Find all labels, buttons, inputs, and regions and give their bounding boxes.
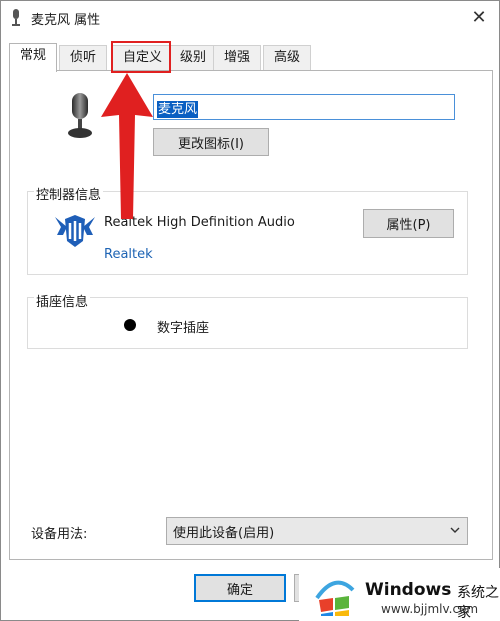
- jack-info-group: [27, 297, 468, 349]
- vendor-link[interactable]: Realtek: [104, 247, 153, 262]
- properties-button[interactable]: 属性(P): [363, 209, 454, 238]
- tab-listen[interactable]: 侦听: [59, 45, 108, 71]
- jack-info-label: 插座信息: [34, 291, 91, 310]
- device-name-text: 麦克风: [157, 101, 199, 118]
- tab-bar: 常规 侦听 自定义 级别 增强 高级: [9, 43, 493, 72]
- chevron-down-icon: [450, 527, 460, 533]
- device-usage-value: 使用此设备(启用): [173, 525, 275, 541]
- tab-custom[interactable]: 自定义: [112, 45, 174, 71]
- device-usage-label: 设备用法:: [31, 527, 88, 542]
- properties-dialog: 麦克风 属性 ✕ 常规 侦听 自定义 级别 增强 高级 麦克风 更改图标(I) …: [0, 0, 500, 621]
- watermark-url: www.bjjmlv.com: [381, 602, 479, 616]
- device-usage-select[interactable]: 使用此设备(启用): [166, 517, 468, 545]
- site-watermark: Windows 系统之家 www.bjjmlv.com: [299, 568, 500, 621]
- ok-button[interactable]: 确定: [194, 574, 286, 602]
- window-title: 麦克风 属性: [31, 13, 101, 28]
- realtek-logo-icon: [55, 215, 95, 247]
- red-arrow-icon: [101, 73, 153, 219]
- close-icon: ✕: [471, 6, 487, 28]
- title-bar[interactable]: 麦克风 属性 ✕: [1, 1, 499, 35]
- controller-info-label: 控制器信息: [34, 184, 104, 203]
- windows-logo-icon: [315, 580, 355, 616]
- tab-enhancements[interactable]: 增强: [213, 45, 262, 71]
- tab-levels[interactable]: 级别: [169, 45, 218, 71]
- tab-advanced[interactable]: 高级: [263, 45, 312, 71]
- jack-type: 数字插座: [157, 321, 210, 336]
- watermark-brand: Windows: [365, 580, 452, 600]
- microphone-device-icon: [68, 93, 92, 138]
- microphone-icon: [12, 9, 20, 26]
- change-icon-button[interactable]: 更改图标(I): [153, 128, 269, 156]
- device-name-input[interactable]: 麦克风: [153, 94, 455, 120]
- close-button[interactable]: ✕: [459, 1, 499, 33]
- tab-general[interactable]: 常规: [9, 43, 58, 72]
- jack-indicator-icon: [124, 319, 136, 331]
